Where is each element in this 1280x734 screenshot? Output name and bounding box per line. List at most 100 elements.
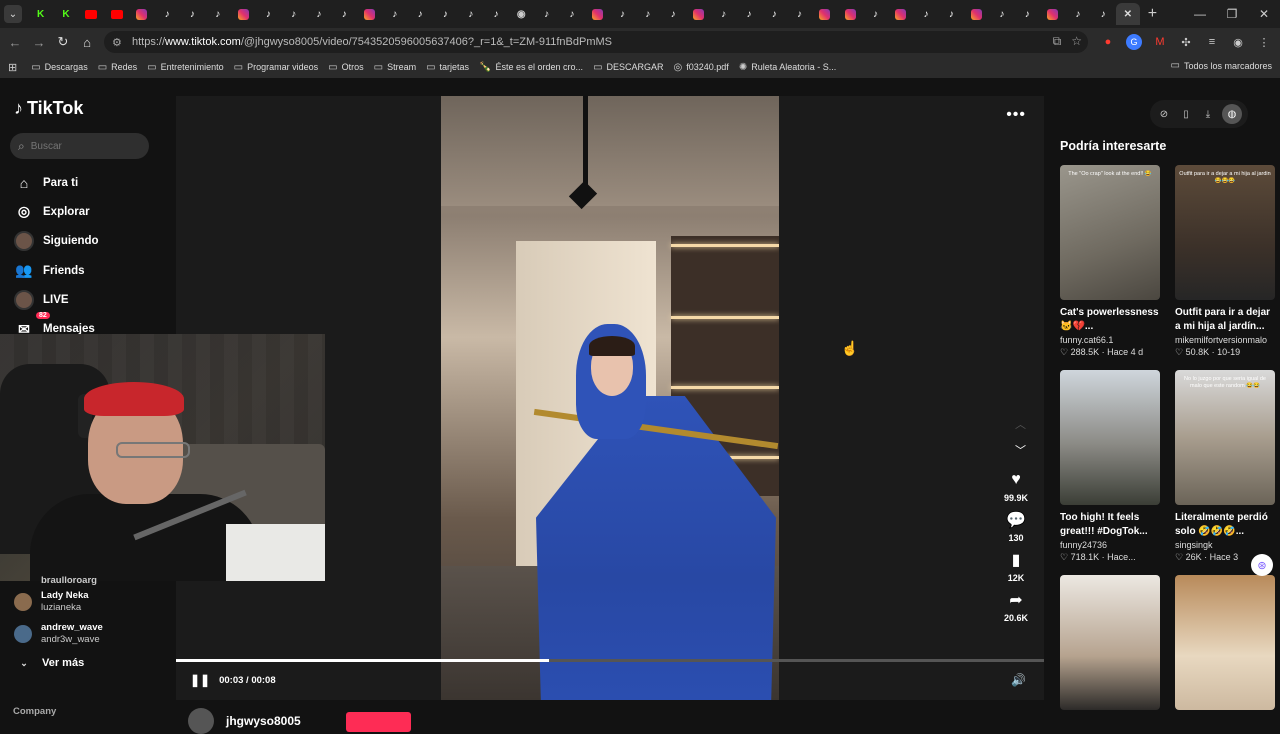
volume-icon[interactable]: 🔊 — [1011, 673, 1026, 687]
following-account[interactable]: andrew_wave andr3w_wave — [14, 618, 103, 650]
apps-grid-icon[interactable]: ⊞ — [8, 61, 17, 74]
recommended-video-card[interactable]: Outfit para ir a dejar a mi hija al jard… — [1175, 165, 1275, 358]
bookmark-item[interactable]: ◎ f03240.pdf — [674, 62, 729, 73]
video-thumbnail[interactable] — [1175, 575, 1275, 710]
browser-tab[interactable]: ♪ — [407, 3, 432, 25]
video-author[interactable]: jhgwyso8005 — [188, 708, 301, 734]
bookmark-item[interactable]: ▭ Descargas — [31, 62, 87, 73]
bookmark-item[interactable]: ▭ tarjetas — [426, 62, 469, 73]
video-thumbnail[interactable] — [1060, 370, 1160, 505]
back-icon[interactable]: ← — [3, 35, 27, 50]
browser-tab[interactable] — [104, 3, 129, 25]
coins-icon[interactable]: ⊘ — [1156, 106, 1172, 122]
sidebar-item-siguiendo[interactable]: Siguiendo — [14, 227, 99, 256]
video-thumbnail[interactable] — [1060, 575, 1160, 710]
video-thumbnail[interactable]: The "Oo crap" look at the end!! 😂 — [1060, 165, 1160, 300]
browser-tab[interactable]: ♪ — [154, 3, 179, 25]
extension-m-icon[interactable]: M — [1152, 34, 1168, 50]
browser-tab[interactable]: ♪ — [863, 3, 888, 25]
bookmark-item[interactable]: ▭ Stream — [374, 62, 416, 73]
comment-button[interactable]: 💬 130 — [1005, 509, 1027, 543]
sidebar-item-live[interactable]: LIVE — [14, 285, 99, 314]
bookmark-item[interactable]: ▭ Redes — [98, 62, 137, 73]
bookmark-item[interactable]: ▭ Entretenimiento — [147, 62, 224, 73]
browser-tab[interactable]: ♪ — [205, 3, 230, 25]
bookmark-item[interactable]: ▭ DESCARGAR — [593, 62, 663, 73]
browser-tab[interactable]: ♪ — [306, 3, 331, 25]
browser-tab[interactable]: ♪ — [332, 3, 357, 25]
extensions-puzzle-icon[interactable]: ✣ — [1178, 34, 1194, 50]
sidebar-item-para-ti[interactable]: ⌂ Para ti — [14, 168, 99, 197]
browser-tab[interactable] — [357, 3, 382, 25]
recommended-video-card[interactable] — [1060, 575, 1160, 710]
video-progress-bar[interactable] — [176, 659, 1044, 662]
device-icon[interactable]: ▯ — [1178, 106, 1194, 122]
browser-tab[interactable] — [585, 3, 610, 25]
follow-button[interactable] — [346, 712, 411, 732]
previous-video-icon[interactable]: ︿ — [1015, 416, 1026, 432]
bookmark-item[interactable]: ▭ Programar videos — [234, 62, 318, 73]
download-icon[interactable]: ⤓ — [1200, 106, 1216, 122]
browser-tab[interactable]: ♪ — [281, 3, 306, 25]
card-username[interactable]: funny24736 — [1060, 540, 1160, 550]
browser-menu-icon[interactable]: ⋮ — [1256, 34, 1272, 50]
browser-tab[interactable]: ◉ — [509, 3, 534, 25]
all-bookmarks-folder[interactable]: ▭ Todos los marcadores — [1171, 60, 1273, 71]
restore-icon[interactable]: ❐ — [1216, 7, 1248, 21]
video-thumbnail[interactable]: Outfit para ir a dejar a mi hija al jard… — [1175, 165, 1275, 300]
browser-tab[interactable]: ♪ — [913, 3, 938, 25]
bookmark-star-icon[interactable]: ☆ — [1071, 34, 1082, 49]
browser-tab[interactable] — [812, 3, 837, 25]
browser-tab[interactable]: ♪ — [787, 3, 812, 25]
browser-tab[interactable]: ♪ — [762, 3, 787, 25]
browser-tab[interactable] — [1040, 3, 1065, 25]
profile-icon[interactable]: ◉ — [1230, 34, 1246, 50]
browser-tab[interactable] — [79, 3, 104, 25]
browser-tab[interactable]: ♪ — [433, 3, 458, 25]
card-username[interactable]: mikemilfortversionmalo — [1175, 335, 1275, 345]
media-control-icon[interactable]: ≡ — [1204, 34, 1220, 50]
bookmark-item[interactable]: 🍾 Éste es el orden cro... — [479, 62, 583, 73]
address-bar[interactable]: ⚙ https://www.tiktok.com/@jhgwyso8005/vi… — [104, 31, 1088, 53]
company-link[interactable]: Company — [13, 706, 56, 717]
close-window-icon[interactable]: ✕ — [1248, 7, 1280, 21]
active-tab-close-icon[interactable]: ✕ — [1115, 3, 1140, 25]
recommended-video-card[interactable] — [1175, 575, 1275, 710]
reload-icon[interactable]: ↻ — [51, 34, 75, 50]
browser-tab[interactable]: ♪ — [1090, 3, 1115, 25]
extension-red-icon[interactable]: ● — [1100, 34, 1116, 50]
browser-tab[interactable]: ♪ — [939, 3, 964, 25]
browser-tab[interactable]: ♪ — [635, 3, 660, 25]
browser-tab[interactable] — [838, 3, 863, 25]
card-username[interactable]: singsingk — [1175, 540, 1275, 550]
browser-tab[interactable]: ♪ — [660, 3, 685, 25]
browser-tab[interactable]: ♪ — [610, 3, 635, 25]
next-video-icon[interactable]: ﹀ — [1015, 442, 1026, 458]
site-info-icon[interactable]: ⚙ — [112, 36, 128, 49]
share-button[interactable]: ➦ 20.6K — [1004, 589, 1028, 623]
search-input[interactable] — [30, 140, 131, 152]
like-button[interactable]: ♥ 99.9K — [1004, 469, 1028, 503]
tiktok-logo[interactable]: ♪ TikTok — [14, 98, 83, 119]
forward-icon[interactable]: → — [27, 35, 51, 50]
browser-tab[interactable]: ♪ — [1015, 3, 1040, 25]
see-more-button[interactable]: ⌄ Ver más — [14, 652, 103, 674]
browser-tab[interactable]: ♪ — [534, 3, 559, 25]
install-app-icon[interactable]: ⧉ — [1053, 34, 1062, 49]
browser-tab[interactable]: K — [53, 3, 78, 25]
recommended-video-card[interactable]: No lo juzgo por que seria igual de malo … — [1175, 370, 1275, 563]
browser-tab[interactable] — [888, 3, 913, 25]
browser-tab[interactable]: ♪ — [736, 3, 761, 25]
new-tab-icon[interactable]: + — [1148, 5, 1157, 23]
browser-tab[interactable] — [129, 3, 154, 25]
save-button[interactable]: ▮ 12K — [1005, 549, 1027, 583]
recommended-video-card[interactable]: The "Oo crap" look at the end!! 😂 Cat's p… — [1060, 165, 1160, 358]
browser-tab[interactable]: ♪ — [483, 3, 508, 25]
minimize-icon[interactable]: — — [1184, 7, 1216, 21]
browser-tab[interactable]: ♪ — [458, 3, 483, 25]
pause-icon[interactable]: ❚❚ — [190, 673, 210, 687]
browser-tab[interactable]: ♪ — [180, 3, 205, 25]
video-thumbnail[interactable]: No lo juzgo por que seria igual de malo … — [1175, 370, 1275, 505]
card-username[interactable]: funny.cat66.1 — [1060, 335, 1160, 345]
bookmark-item[interactable]: ✺ Ruleta Aleatoria - S... — [739, 62, 836, 73]
